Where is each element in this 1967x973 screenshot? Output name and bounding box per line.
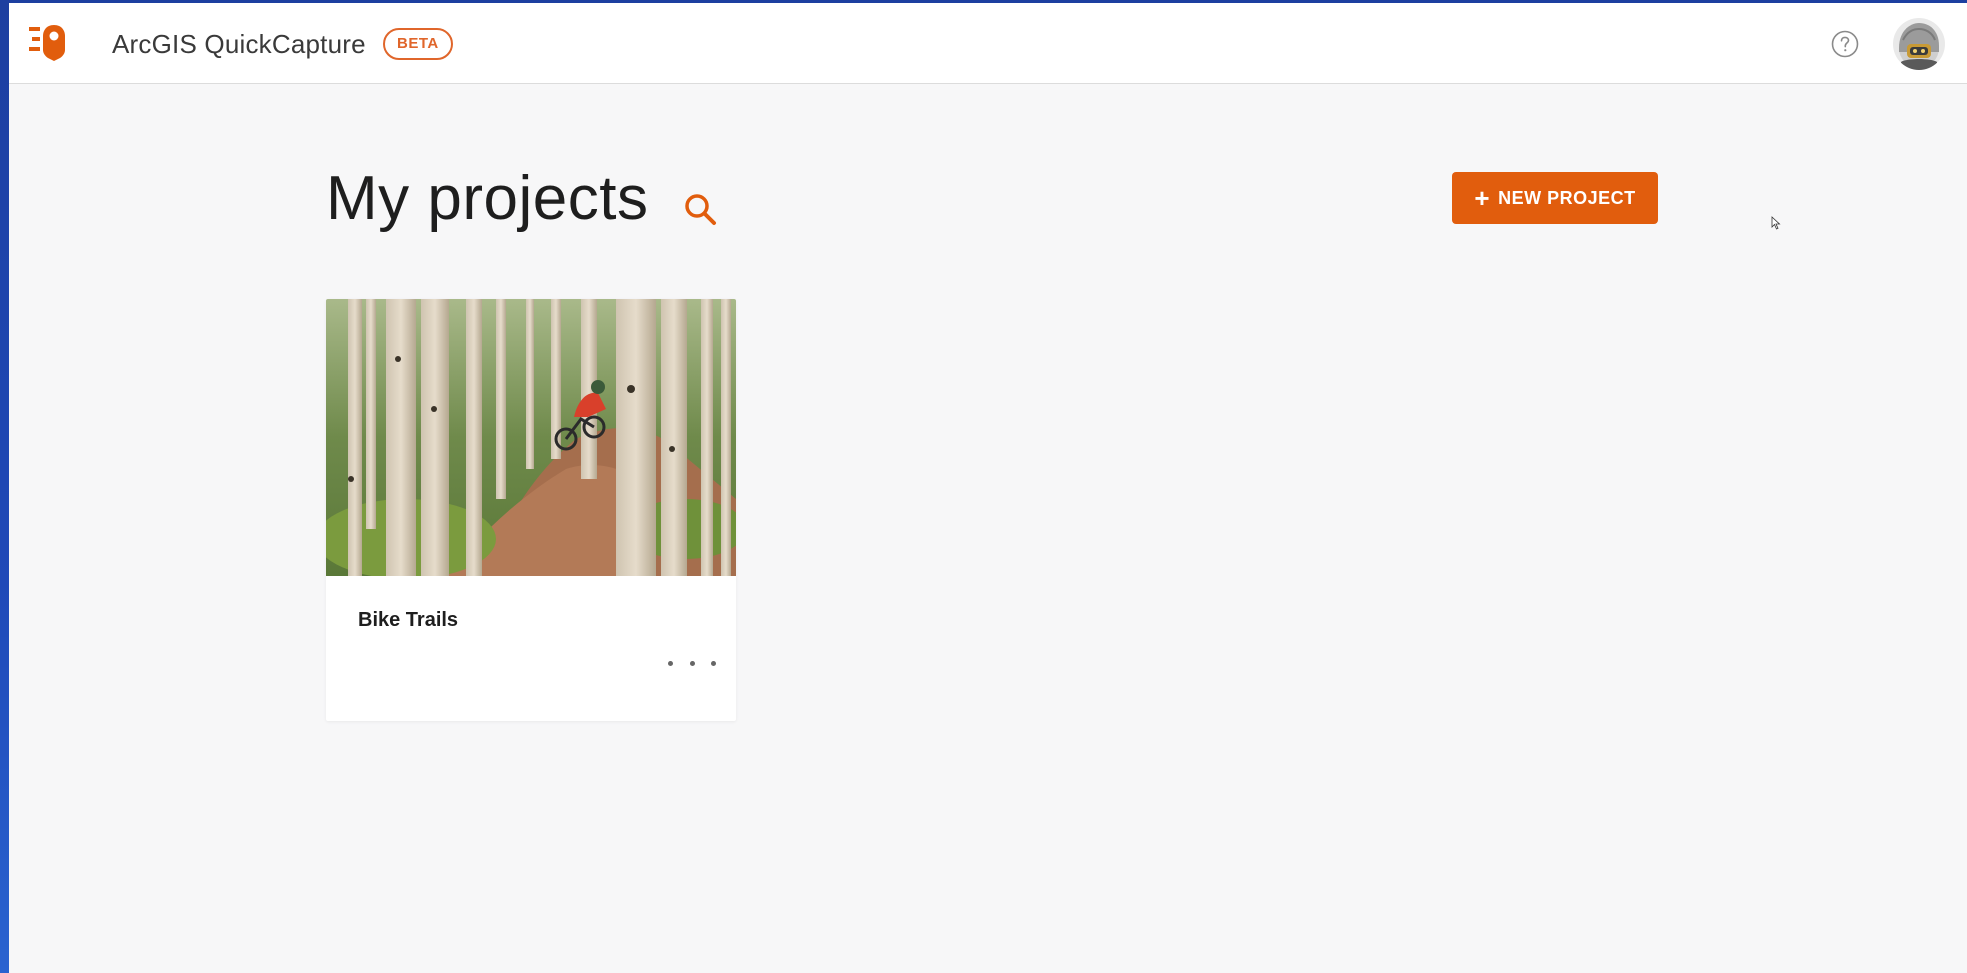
menu-dot: [711, 660, 716, 666]
project-thumbnail: [326, 299, 736, 576]
plus-icon: +: [1474, 183, 1491, 213]
help-circle-icon[interactable]: [1831, 30, 1859, 58]
top-bar: ArcGIS QuickCapture BETA: [9, 3, 1967, 84]
project-card[interactable]: Bike Trails: [326, 299, 736, 721]
user-avatar[interactable]: [1893, 18, 1945, 70]
more-horizontal-icon[interactable]: [668, 653, 716, 673]
menu-dot: [668, 660, 673, 666]
beta-badge: BETA: [383, 28, 453, 60]
project-title: Bike Trails: [358, 609, 459, 631]
avatar-image: [1893, 18, 1945, 70]
mouse-cursor-icon: [1771, 216, 1781, 230]
new-project-button[interactable]: + NEW PROJECT: [1452, 172, 1658, 224]
search-icon[interactable]: [681, 190, 721, 230]
menu-dot: [689, 660, 695, 666]
app-window: ArcGIS QuickCapture BETA My projects + N…: [9, 3, 1967, 973]
new-project-label: NEW PROJECT: [1498, 187, 1636, 208]
app-title: ArcGIS QuickCapture: [112, 29, 366, 59]
window-frame-left: [0, 0, 9, 973]
quickcapture-logo-icon[interactable]: [29, 23, 71, 61]
page-title: My projects: [326, 164, 649, 233]
